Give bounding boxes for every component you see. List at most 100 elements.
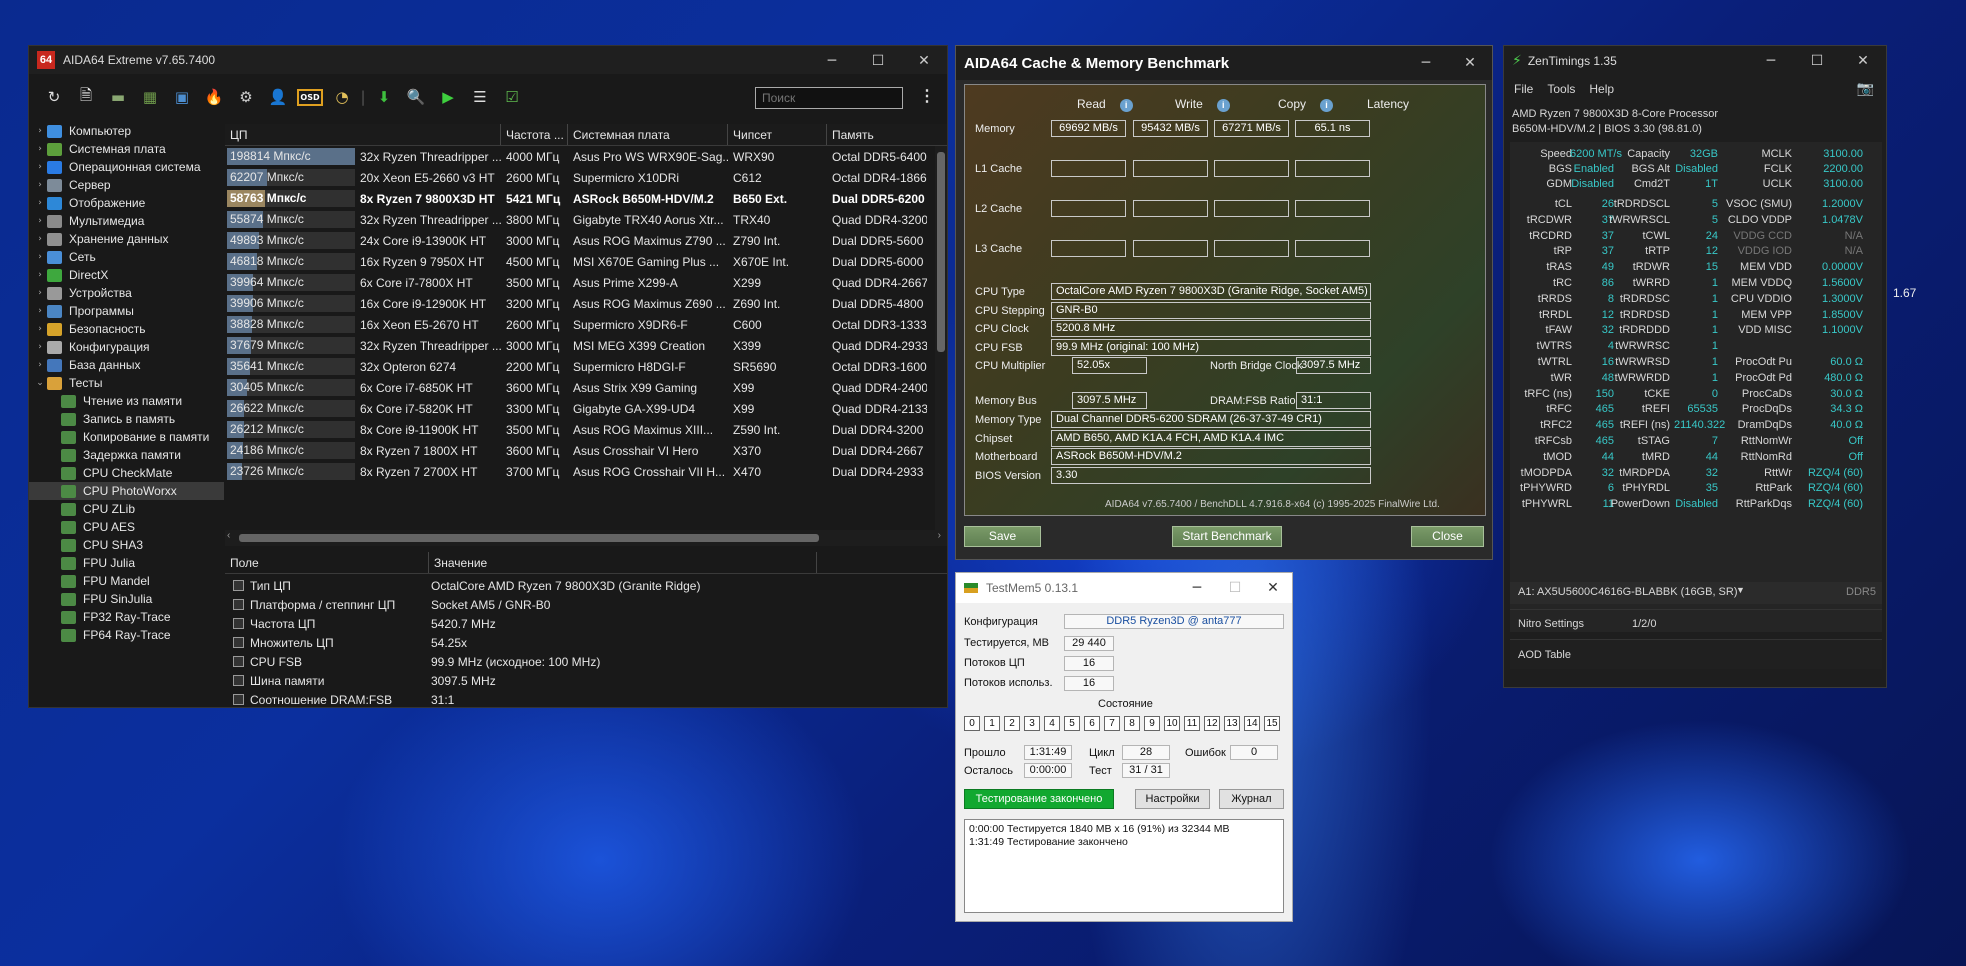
detail-row[interactable]: Шина памяти 3097.5 MHz	[225, 671, 947, 690]
user-icon[interactable]: 👤	[265, 85, 291, 109]
aida64-titlebar[interactable]: 64 AIDA64 Extreme v7.65.7400 ─ ☐ ✕	[29, 46, 947, 74]
vertical-scrollbar[interactable]	[935, 146, 947, 530]
expand-arrow-icon[interactable]: ›	[33, 234, 47, 244]
list-icon[interactable]: ☰	[467, 85, 493, 109]
tree-item[interactable]: › Системная плата	[29, 140, 224, 158]
save-button[interactable]: Save	[964, 526, 1041, 547]
tree-item[interactable]: CPU PhotoWorxx	[29, 482, 224, 500]
column-board[interactable]: Системная плата	[568, 124, 728, 145]
checklist-icon[interactable]: ☑	[499, 85, 525, 109]
close-button[interactable]: ✕	[1254, 573, 1292, 603]
table-row[interactable]: 55874 Мпкс/с 32x Ryzen Threadripper ... 38…	[225, 209, 947, 230]
menu-file[interactable]: File	[1514, 82, 1533, 96]
expand-arrow-icon[interactable]: ›	[33, 180, 47, 190]
refresh-icon[interactable]: ↻	[41, 85, 67, 109]
table-row[interactable]: 62207 Мпкс/с 20x Xeon E5-2660 v3 HT 2600 М…	[225, 167, 947, 188]
tree-item[interactable]: › Хранение данных	[29, 230, 224, 248]
tools-icon[interactable]: ⚙	[233, 85, 259, 109]
table-row[interactable]: 58763 Мпкс/с 8x Ryzen 7 9800X3D HT 5421 МГ…	[225, 188, 947, 209]
column-freq[interactable]: Частота ...	[501, 124, 568, 145]
expand-arrow-icon[interactable]: ›	[33, 306, 47, 316]
table-row[interactable]: 30405 Мпкс/с 6x Core i7-6850K HT 3600 МГц A…	[225, 377, 947, 398]
expand-arrow-icon[interactable]: ›	[33, 270, 47, 280]
tree-item[interactable]: FP64 Ray-Trace	[29, 626, 224, 644]
zen-titlebar[interactable]: ⚡ ZenTimings 1.35 ─ ☐ ✕	[1504, 46, 1886, 76]
close-benchmark-button[interactable]: Close	[1411, 526, 1484, 547]
maximize-button[interactable]: ☐	[1216, 573, 1254, 603]
close-button[interactable]: ✕	[1840, 46, 1886, 76]
log-button[interactable]: Журнал	[1219, 789, 1284, 809]
expand-arrow-icon[interactable]: ›	[33, 144, 47, 154]
network-icon[interactable]: ▣	[169, 85, 195, 109]
table-row[interactable]: 26212 Мпкс/с 8x Core i9-11900K HT 3500 МГц…	[225, 419, 947, 440]
settings-button[interactable]: Настройки	[1135, 789, 1210, 809]
tree-item[interactable]: CPU SHA3	[29, 536, 224, 554]
table-row[interactable]: 198814 Мпкс/с 32x Ryzen Threadripper ... 4…	[225, 146, 947, 167]
maximize-button[interactable]: ☐	[1794, 46, 1840, 76]
cache-titlebar[interactable]: AIDA64 Cache & Memory Benchmark ─ ✕	[956, 46, 1492, 80]
tree-item[interactable]: Чтение из памяти	[29, 392, 224, 410]
detail-row[interactable]: Множитель ЦП 54.25x	[225, 633, 947, 652]
minimize-button[interactable]: ─	[1748, 46, 1794, 76]
gauge-icon[interactable]: ◔	[329, 85, 355, 109]
expand-arrow-icon[interactable]: ›	[33, 342, 47, 352]
detail-row[interactable]: Частота ЦП 5420.7 MHz	[225, 614, 947, 633]
tree-item[interactable]: › Устройства	[29, 284, 224, 302]
close-button[interactable]: ✕	[1448, 48, 1492, 78]
download-arrow-icon[interactable]: ⬇	[371, 85, 397, 109]
info-icon[interactable]: i	[1119, 99, 1133, 112]
expand-arrow-icon[interactable]: ›	[33, 162, 47, 172]
search-input[interactable]	[755, 87, 903, 109]
memory-module-icon[interactable]: ▦	[137, 85, 163, 109]
tree-item[interactable]: CPU CheckMate	[29, 464, 224, 482]
tree-item[interactable]: FP32 Ray-Trace	[29, 608, 224, 626]
expand-arrow-icon[interactable]: ›	[33, 126, 47, 136]
tree-item[interactable]: CPU ZLib	[29, 500, 224, 518]
tree-item[interactable]: › Мультимедиа	[29, 212, 224, 230]
tree-item[interactable]: › Отображение	[29, 194, 224, 212]
play-icon[interactable]: ▶	[435, 85, 461, 109]
table-row[interactable]: 46818 Мпкс/с 16x Ryzen 9 7950X HT 4500 МГц…	[225, 251, 947, 272]
column-chipset[interactable]: Чипсет	[728, 124, 827, 145]
expand-arrow-icon[interactable]: ⌄	[33, 378, 47, 388]
detail-row[interactable]: Соотношение DRAM:FSB 31:1	[225, 690, 947, 707]
minimize-button[interactable]: ─	[809, 46, 855, 76]
table-row[interactable]: 26622 Мпкс/с 6x Core i7-5820K HT 3300 МГц G…	[225, 398, 947, 419]
flame-icon[interactable]: 🔥	[201, 85, 227, 109]
tree-item[interactable]: Запись в память	[29, 410, 224, 428]
start-benchmark-button[interactable]: Start Benchmark	[1172, 526, 1282, 547]
tree-item[interactable]: Задержка памяти	[29, 446, 224, 464]
tree-item[interactable]: FPU Mandel	[29, 572, 224, 590]
info-icon[interactable]: i	[1320, 99, 1334, 112]
tree-item[interactable]: › Сеть	[29, 248, 224, 266]
close-button[interactable]: ✕	[901, 46, 947, 76]
tree-item[interactable]: Копирование в памяти	[29, 428, 224, 446]
expand-arrow-icon[interactable]: ›	[33, 252, 47, 262]
log-output[interactable]: 0:00:00 Тестируется 1840 MB x 16 (91%) и…	[964, 819, 1284, 913]
tree-item[interactable]: › База данных	[29, 356, 224, 374]
module-selector[interactable]: A1: AX5U5600C4616G-BLABBK (16GB, SR) ▼ D…	[1510, 582, 1882, 604]
search-icon[interactable]: 🔍	[403, 85, 429, 109]
tree-item[interactable]: › Конфигурация	[29, 338, 224, 356]
tree-item[interactable]: › Программы	[29, 302, 224, 320]
osd-icon[interactable]: OSD	[297, 85, 323, 109]
horizontal-scrollbar[interactable]: ‹ ›	[225, 530, 947, 546]
report-icon[interactable]: 🗎	[73, 85, 99, 109]
maximize-button[interactable]: ☐	[855, 46, 901, 76]
tree-item[interactable]: › Компьютер	[29, 122, 224, 140]
table-row[interactable]: 23726 Мпкс/с 8x Ryzen 7 2700X HT 3700 МГц A…	[225, 461, 947, 482]
detail-row[interactable]: Платформа / степпинг ЦП Socket AM5 / GNR-…	[225, 595, 947, 614]
minimize-button[interactable]: ─	[1404, 48, 1448, 78]
more-menu-icon[interactable]: ⋮	[919, 86, 935, 106]
motherboard-icon[interactable]: ▬	[105, 85, 131, 109]
tree-item[interactable]: › Операционная система	[29, 158, 224, 176]
nitro-settings-row[interactable]: Nitro Settings 1/2/0	[1510, 609, 1882, 635]
detail-row[interactable]: Тип ЦП OctalCore AMD Ryzen 7 9800X3D (Gra…	[225, 576, 947, 595]
tree-item[interactable]: › Безопасность	[29, 320, 224, 338]
table-row[interactable]: 49893 Мпкс/с 24x Core i9-13900K HT 3000 МГ…	[225, 230, 947, 251]
column-cpu[interactable]: ЦП	[225, 124, 501, 145]
table-row[interactable]: 24186 Мпкс/с 8x Ryzen 7 1800X HT 3600 МГц A…	[225, 440, 947, 461]
tree-item[interactable]: CPU AES	[29, 518, 224, 536]
table-row[interactable]: 38828 Мпкс/с 16x Xeon E5-2670 HT 2600 МГц S…	[225, 314, 947, 335]
testmem-titlebar[interactable]: TestMem5 0.13.1 ─ ☐ ✕	[956, 573, 1292, 603]
